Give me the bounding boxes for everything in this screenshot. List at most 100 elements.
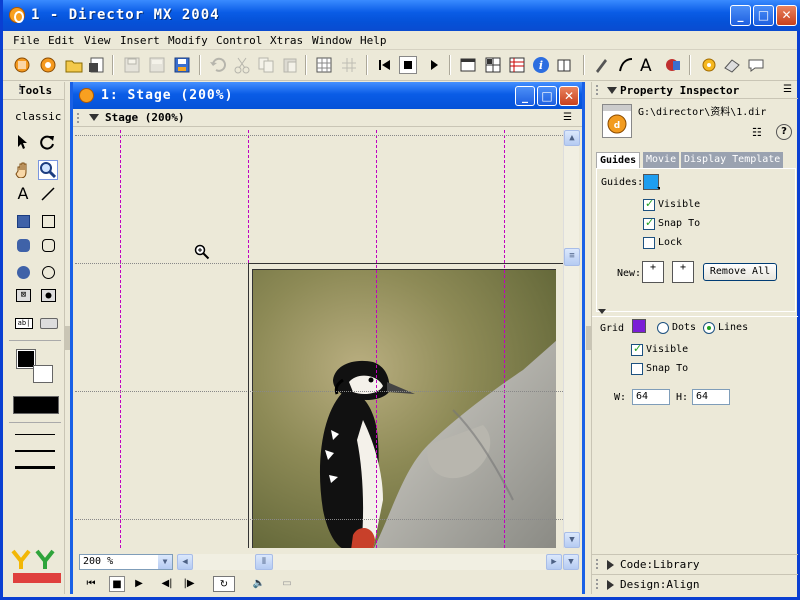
guides-snap-checkbox[interactable] (643, 216, 655, 230)
text-inspector-icon[interactable] (723, 56, 741, 74)
new-vertical-guide-button[interactable]: + (672, 261, 694, 283)
find-cast-member-icon[interactable] (315, 56, 333, 74)
tools-mode-select[interactable]: classic (15, 110, 61, 123)
filled-round-rect-tool-icon[interactable] (17, 239, 30, 252)
text-window-icon[interactable]: A (640, 56, 658, 76)
save-icon[interactable] (123, 56, 141, 74)
radio-tool-icon[interactable] (41, 289, 56, 302)
grid-width-field[interactable]: 64 (632, 389, 670, 405)
scroll-left-button[interactable]: ◀ (177, 554, 193, 570)
menu-modify[interactable]: Modify (168, 34, 208, 47)
tab-movie[interactable]: Movie (643, 152, 680, 168)
options-menu-icon[interactable]: ☰ (783, 84, 792, 95)
library-palette-icon[interactable] (556, 56, 574, 74)
chevron-down-icon[interactable]: ▼ (158, 555, 172, 569)
grid-height-field[interactable]: 64 (692, 389, 730, 405)
cast-window-icon[interactable] (484, 56, 502, 74)
grip-handle[interactable] (596, 559, 604, 569)
vector-shape-icon[interactable] (617, 56, 635, 74)
line-width-2px[interactable] (15, 450, 55, 452)
exchange-cast-icon[interactable] (340, 56, 358, 74)
scroll-down-button[interactable]: ▼ (563, 554, 579, 570)
options-menu-icon[interactable]: ☰ (563, 112, 572, 123)
stage-maximize-button[interactable]: □ (537, 86, 557, 106)
filled-ellipse-tool-icon[interactable] (17, 266, 30, 279)
grid-color-swatch[interactable] (632, 319, 646, 333)
design-align-panel[interactable]: Design:Align (592, 574, 798, 594)
text-tool-icon[interactable]: A (13, 184, 33, 204)
menu-view[interactable]: View (84, 34, 111, 47)
paint-window-icon[interactable] (593, 56, 611, 74)
push-button-tool-icon[interactable] (40, 318, 58, 329)
scroll-down-button[interactable]: ▼ (564, 532, 580, 548)
step-forward-icon[interactable]: |▶ (181, 576, 197, 592)
volume-icon[interactable]: 🔈 (251, 576, 267, 592)
ellipse-tool-icon[interactable] (42, 266, 55, 279)
tab-guides[interactable]: Guides (596, 152, 641, 168)
script-window-icon[interactable] (664, 56, 682, 74)
rectangle-tool-icon[interactable] (42, 215, 55, 228)
stop-icon[interactable]: ■ (109, 576, 125, 592)
menu-help[interactable]: Help (360, 34, 387, 47)
maximize-button[interactable]: □ (753, 5, 774, 26)
menu-insert[interactable]: Insert (120, 34, 160, 47)
import-icon[interactable] (88, 56, 106, 74)
vertical-scrollbar[interactable]: ▲ ≡ ▼ (563, 130, 580, 548)
right-splitter-handle[interactable] (586, 326, 591, 350)
field-tool-icon[interactable]: ab| (15, 318, 33, 329)
new-cast-icon[interactable] (39, 56, 57, 74)
play-icon[interactable] (425, 56, 443, 74)
stage-close-button[interactable]: ✕ (559, 86, 579, 106)
close-button[interactable]: ✕ (776, 5, 797, 26)
line-width-1px[interactable] (15, 434, 55, 435)
background-color-chip[interactable] (33, 365, 53, 383)
step-back-icon[interactable]: ◀| (159, 576, 175, 592)
grid-visible-checkbox[interactable] (631, 342, 643, 356)
stage-window-icon[interactable] (459, 56, 477, 74)
stage-minimize-button[interactable]: _ (515, 86, 535, 106)
guides-visible-checkbox[interactable] (643, 197, 655, 211)
round-rect-tool-icon[interactable] (42, 239, 55, 252)
line-width-3px[interactable] (15, 466, 55, 469)
scroll-up-button[interactable]: ▲ (564, 130, 580, 146)
cut-icon[interactable] (233, 56, 251, 74)
grip-handle[interactable] (596, 579, 604, 589)
arrow-tool-icon[interactable] (13, 132, 33, 152)
rotate-tool-icon[interactable] (38, 132, 58, 152)
grid-lines-radio[interactable] (703, 322, 715, 334)
rewind-icon[interactable]: ⏮ (83, 576, 99, 592)
code-library-panel[interactable]: Code:Library (592, 554, 798, 574)
guides-lock-checkbox[interactable] (643, 237, 655, 249)
new-movie-icon[interactable] (13, 56, 31, 74)
guide-line[interactable] (504, 130, 505, 548)
dtv-icon[interactable]: ▭ (279, 576, 295, 592)
publish-icon[interactable] (173, 56, 191, 74)
guide-line[interactable] (120, 130, 121, 548)
stage-subheader[interactable]: Stage (200%) ☰ (73, 109, 582, 127)
stop-icon[interactable] (399, 56, 417, 74)
menu-edit[interactable]: Edit (48, 34, 75, 47)
scroll-thumb[interactable]: ⦀ (255, 554, 273, 570)
zoom-tool-icon[interactable] (38, 160, 58, 180)
collapse-arrow-icon[interactable] (607, 87, 617, 94)
behavior-library-icon[interactable] (700, 56, 718, 74)
menu-xtras[interactable]: Xtras (270, 34, 303, 47)
horizontal-scrollbar[interactable]: ◀ ⦀ ▶ (177, 554, 562, 570)
remove-all-guides-button[interactable]: Remove All (703, 263, 777, 281)
guide-line[interactable] (376, 130, 377, 548)
new-horizontal-guide-button[interactable]: + (642, 261, 664, 283)
undo-icon[interactable] (209, 56, 227, 74)
scroll-thumb[interactable]: ≡ (564, 248, 580, 266)
scroll-right-button[interactable]: ▶ (546, 554, 562, 570)
hand-tool-icon[interactable] (13, 160, 33, 180)
loop-icon[interactable]: ↻ (213, 576, 235, 592)
save-all-icon[interactable] (148, 56, 166, 74)
property-inspector-icon[interactable]: i (532, 56, 550, 74)
message-window-icon[interactable] (747, 56, 765, 74)
pattern-chip[interactable] (13, 396, 59, 414)
line-tool-icon[interactable] (38, 184, 58, 204)
tab-display-template[interactable]: Display Template (681, 152, 784, 168)
minimize-button[interactable]: _ (730, 5, 751, 26)
list-view-icon[interactable]: ☷ (752, 126, 762, 139)
copy-icon[interactable] (257, 56, 275, 74)
